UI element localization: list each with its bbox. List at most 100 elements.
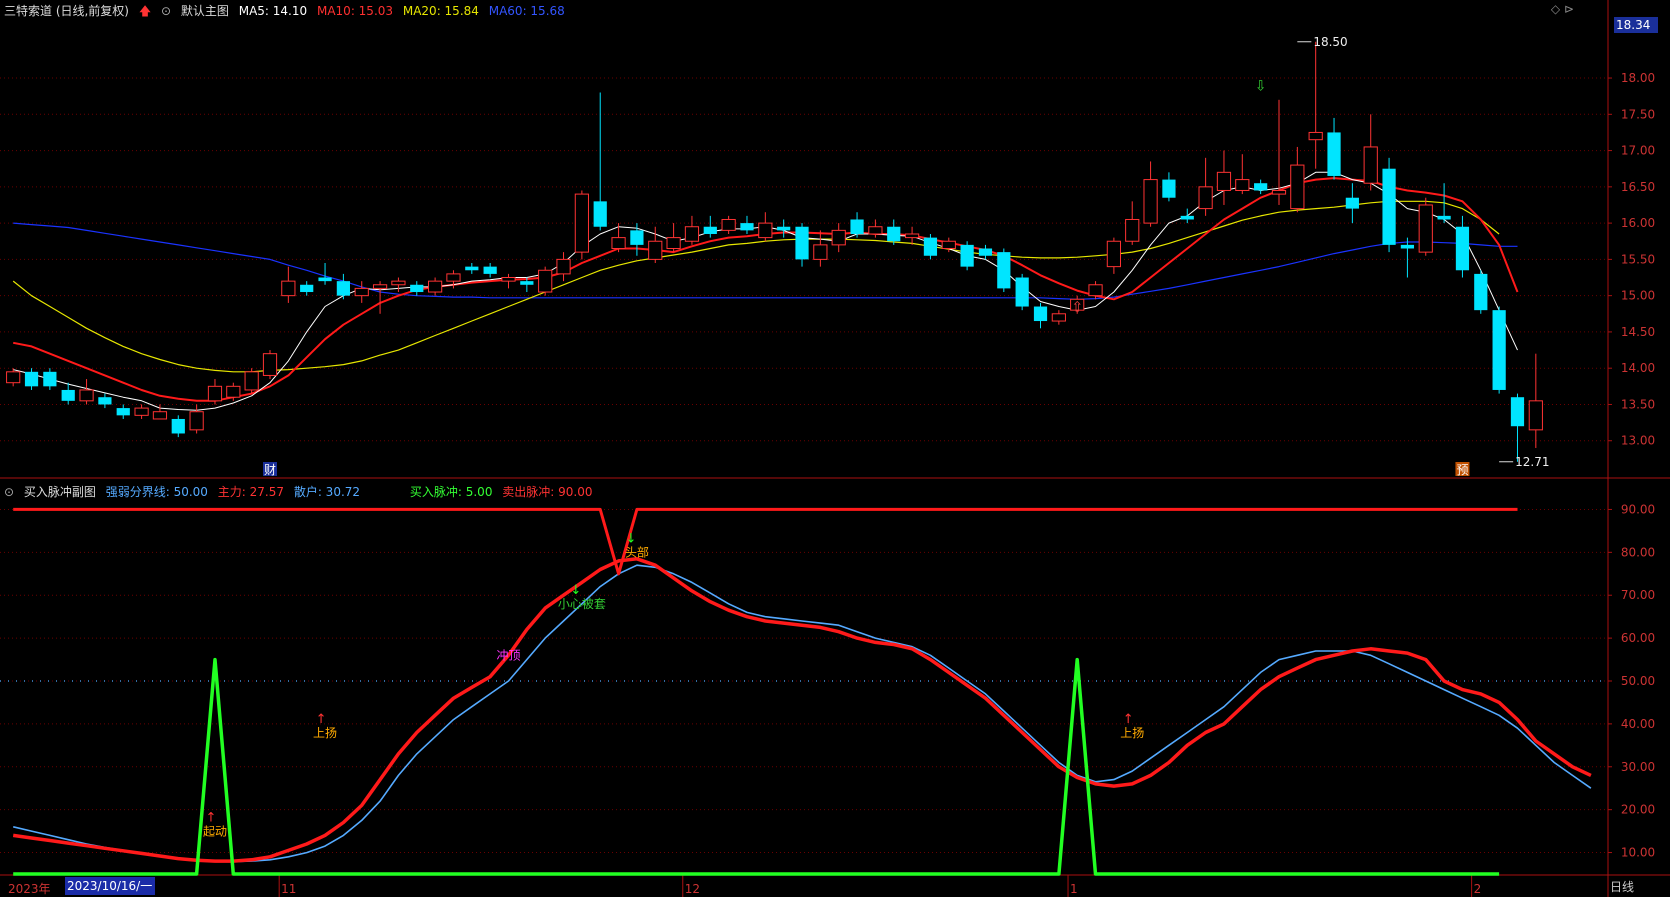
candle-body [1327, 132, 1341, 176]
candle-body [24, 371, 39, 387]
candle-body [538, 269, 553, 293]
signal-label: 上扬 [1120, 725, 1144, 740]
y-tick-label: 30.00 [1621, 760, 1655, 774]
candle-body [354, 287, 369, 297]
y-tick-label: 80.00 [1621, 545, 1655, 559]
signal-label: 小心被套 [558, 597, 606, 611]
badge-label: 预 [1456, 463, 1468, 477]
candle-body [941, 240, 956, 250]
down-arrow-icon: ↓ [570, 583, 581, 598]
main-chart-header: 三特索道 (日线,前复权) 🡅 ⊙ 默认主图 MA5: 14.10 MA10: … [4, 2, 571, 23]
candle-body [1345, 197, 1359, 209]
sub-chart-title[interactable]: 买入脉冲副图 [24, 485, 96, 499]
candle-body [410, 284, 424, 293]
candle-body [997, 252, 1011, 289]
ma10-line [13, 177, 1519, 402]
candle-body [978, 248, 993, 256]
candle-body [483, 266, 497, 274]
up-arrow-icon: 🡅 [138, 4, 152, 18]
y-tick-label: 15.00 [1621, 289, 1655, 303]
candle-body [923, 237, 938, 256]
date-flag: 2023/10/16/一 [65, 877, 155, 895]
candle-body [446, 273, 461, 282]
candle-body [134, 407, 149, 416]
sub-chart-header: ⊙ 买入脉冲副图 强弱分界线: 50.00 主力: 27.57 散户: 30.7… [4, 483, 599, 500]
candle-body [262, 353, 278, 376]
stock-chart[interactable]: 18.00 17.50 17.00 16.50 16.00 15.50 15.00 14.50… [0, 0, 1670, 897]
y-tick-label: 90.00 [1621, 502, 1655, 516]
last-price-tag: 18.34 [1614, 17, 1658, 33]
ma60-label: MA60: 15.68 [488, 4, 565, 18]
stock-name[interactable]: 三特索道 (日线,前复权) [4, 4, 129, 18]
y-tick-label: 17.00 [1621, 144, 1655, 158]
candle-body [116, 408, 130, 416]
candle-body [1162, 179, 1176, 198]
candle-body [1125, 218, 1140, 242]
candle-body [1510, 397, 1525, 427]
zhuli-line [12, 557, 1592, 863]
y-tick-label: 16.50 [1621, 180, 1655, 194]
candle-body [1106, 240, 1121, 268]
y-tick-label: 18.00 [1621, 71, 1655, 85]
x-tick-label: 2023年 [8, 882, 51, 896]
candle-body [1216, 171, 1232, 191]
signal-label: 头部 [625, 545, 649, 560]
zhuli-label: 主力: 27.57 [217, 485, 284, 499]
candle-body [98, 397, 112, 405]
candle-body [1015, 277, 1029, 307]
up-arrow-icon: ↑ [1123, 712, 1134, 727]
sell-pulse-line [13, 507, 1518, 576]
candle-body [611, 237, 626, 250]
main-chart-title[interactable]: 默认主图 [181, 4, 229, 18]
candle-body [152, 411, 168, 420]
up-arrow-icon: ↑ [206, 810, 217, 825]
candle-body [428, 280, 443, 293]
candle-body [171, 418, 185, 434]
badge-label: 财 [264, 463, 276, 477]
candle-body [1254, 183, 1268, 191]
ma5-label: MA5: 14.10 [238, 4, 308, 18]
candle-body [684, 226, 700, 242]
candle-body [1088, 284, 1103, 297]
candle-body [758, 222, 773, 239]
candle-body [207, 385, 223, 402]
candle-body [740, 223, 754, 231]
candle-body [520, 281, 534, 285]
y-tick-label: 15.50 [1621, 252, 1655, 266]
chevron-down-icon[interactable]: ⊙ [161, 4, 171, 18]
window-control-icons[interactable]: ◇ ⊳ [1551, 2, 1574, 16]
candle-body [703, 226, 717, 234]
candle-body [1474, 273, 1488, 311]
ma20-line [12, 200, 1500, 373]
up-arrow-icon: ↑ [316, 712, 327, 727]
candle-body [960, 244, 974, 267]
period-label[interactable]: 日线 [1610, 878, 1634, 895]
candle-body [850, 219, 864, 234]
candle-body [1271, 189, 1287, 195]
candle-body [1382, 168, 1396, 245]
signal-label: 冲顶 [496, 648, 520, 663]
candle-body [630, 230, 644, 245]
candle-body [1528, 400, 1543, 431]
candle-body [1290, 164, 1305, 210]
candle-body [868, 226, 883, 235]
candle-body [300, 284, 314, 293]
candle-body [648, 240, 663, 260]
price-callout-label: 12.71 [1515, 455, 1549, 469]
y-tick-label: 17.50 [1621, 107, 1655, 121]
candle-body [79, 389, 94, 402]
candle-body [1180, 215, 1194, 220]
candle-body [1198, 186, 1213, 210]
candle-body [666, 237, 681, 250]
y-tick-label: 13.00 [1621, 434, 1655, 448]
candle-body [61, 389, 75, 401]
candle-body [904, 233, 920, 239]
candle-body [556, 258, 571, 275]
y-tick-label: 10.00 [1621, 846, 1655, 860]
candle-body [887, 226, 901, 242]
x-tick-label: 12 [685, 882, 700, 896]
candle-body [281, 280, 296, 297]
candle-body [1492, 310, 1506, 390]
candle-body [1051, 313, 1066, 322]
chevron-down-icon[interactable]: ⊙ [4, 485, 14, 499]
